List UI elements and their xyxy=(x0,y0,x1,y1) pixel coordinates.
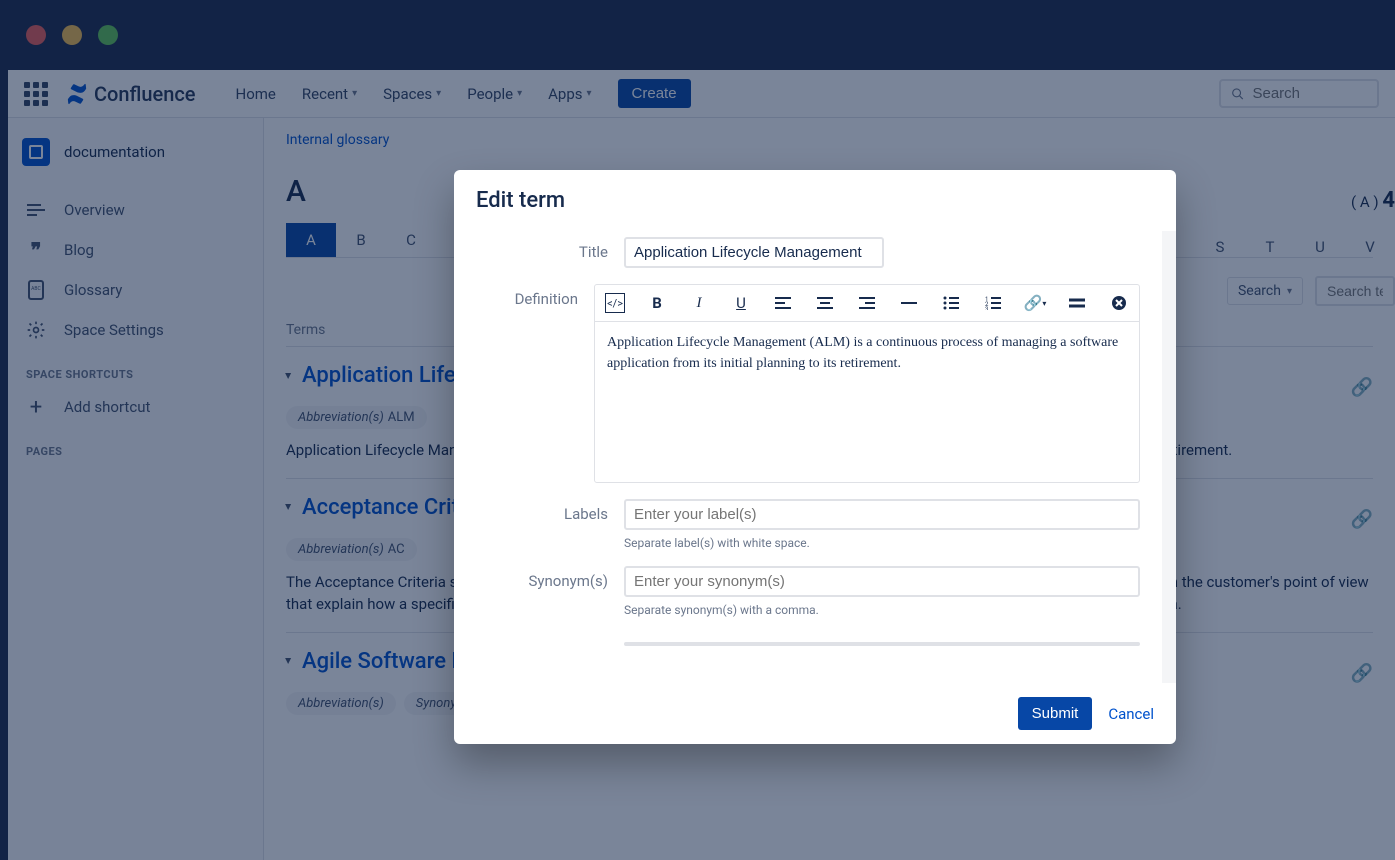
definition-textarea[interactable]: Application Lifecycle Management (ALM) i… xyxy=(595,322,1139,482)
align-right-icon[interactable] xyxy=(857,293,877,313)
synonyms-label: Synonym(s) xyxy=(476,566,624,617)
modal-heading: Edit term xyxy=(454,170,1176,231)
scroll-down-icon[interactable]: ▾ xyxy=(1162,669,1176,683)
definition-label: Definition xyxy=(476,284,594,483)
underline-icon[interactable]: U xyxy=(731,293,751,313)
hr-icon[interactable] xyxy=(899,293,919,313)
labels-label: Labels xyxy=(476,499,624,550)
labels-help-text: Separate label(s) with white space. xyxy=(624,536,1140,550)
modal-body: ▴ ▾ Title Definition </> B I U xyxy=(454,231,1176,683)
cancel-button[interactable]: Cancel xyxy=(1108,705,1154,723)
synonyms-input[interactable] xyxy=(624,566,1140,597)
svg-text:3: 3 xyxy=(985,306,988,310)
definition-editor: </> B I U 123 🔗▾ Applicatio xyxy=(594,284,1140,483)
labels-input[interactable] xyxy=(624,499,1140,530)
scroll-up-icon[interactable]: ▴ xyxy=(1162,231,1176,245)
section-icon[interactable] xyxy=(1067,293,1087,313)
editor-toolbar: </> B I U 123 🔗▾ xyxy=(595,285,1139,322)
edit-term-modal: Edit term ▴ ▾ Title Definition </> B I U xyxy=(454,170,1176,744)
next-input[interactable] xyxy=(624,642,1140,646)
title-input[interactable] xyxy=(624,237,884,268)
align-left-icon[interactable] xyxy=(773,293,793,313)
next-field-label xyxy=(476,633,624,652)
submit-button[interactable]: Submit xyxy=(1018,697,1093,730)
synonyms-help-text: Separate synonym(s) with a comma. xyxy=(624,603,1140,617)
italic-icon[interactable]: I xyxy=(689,293,709,313)
link-icon[interactable]: 🔗▾ xyxy=(1025,293,1045,313)
bullet-list-icon[interactable] xyxy=(941,293,961,313)
title-label: Title xyxy=(476,237,624,268)
modal-footer: Submit Cancel xyxy=(454,683,1176,744)
remove-format-icon[interactable] xyxy=(1109,293,1129,313)
align-center-icon[interactable] xyxy=(815,293,835,313)
code-icon[interactable]: </> xyxy=(605,293,625,313)
numbered-list-icon[interactable]: 123 xyxy=(983,293,1003,313)
bold-icon[interactable]: B xyxy=(647,293,667,313)
